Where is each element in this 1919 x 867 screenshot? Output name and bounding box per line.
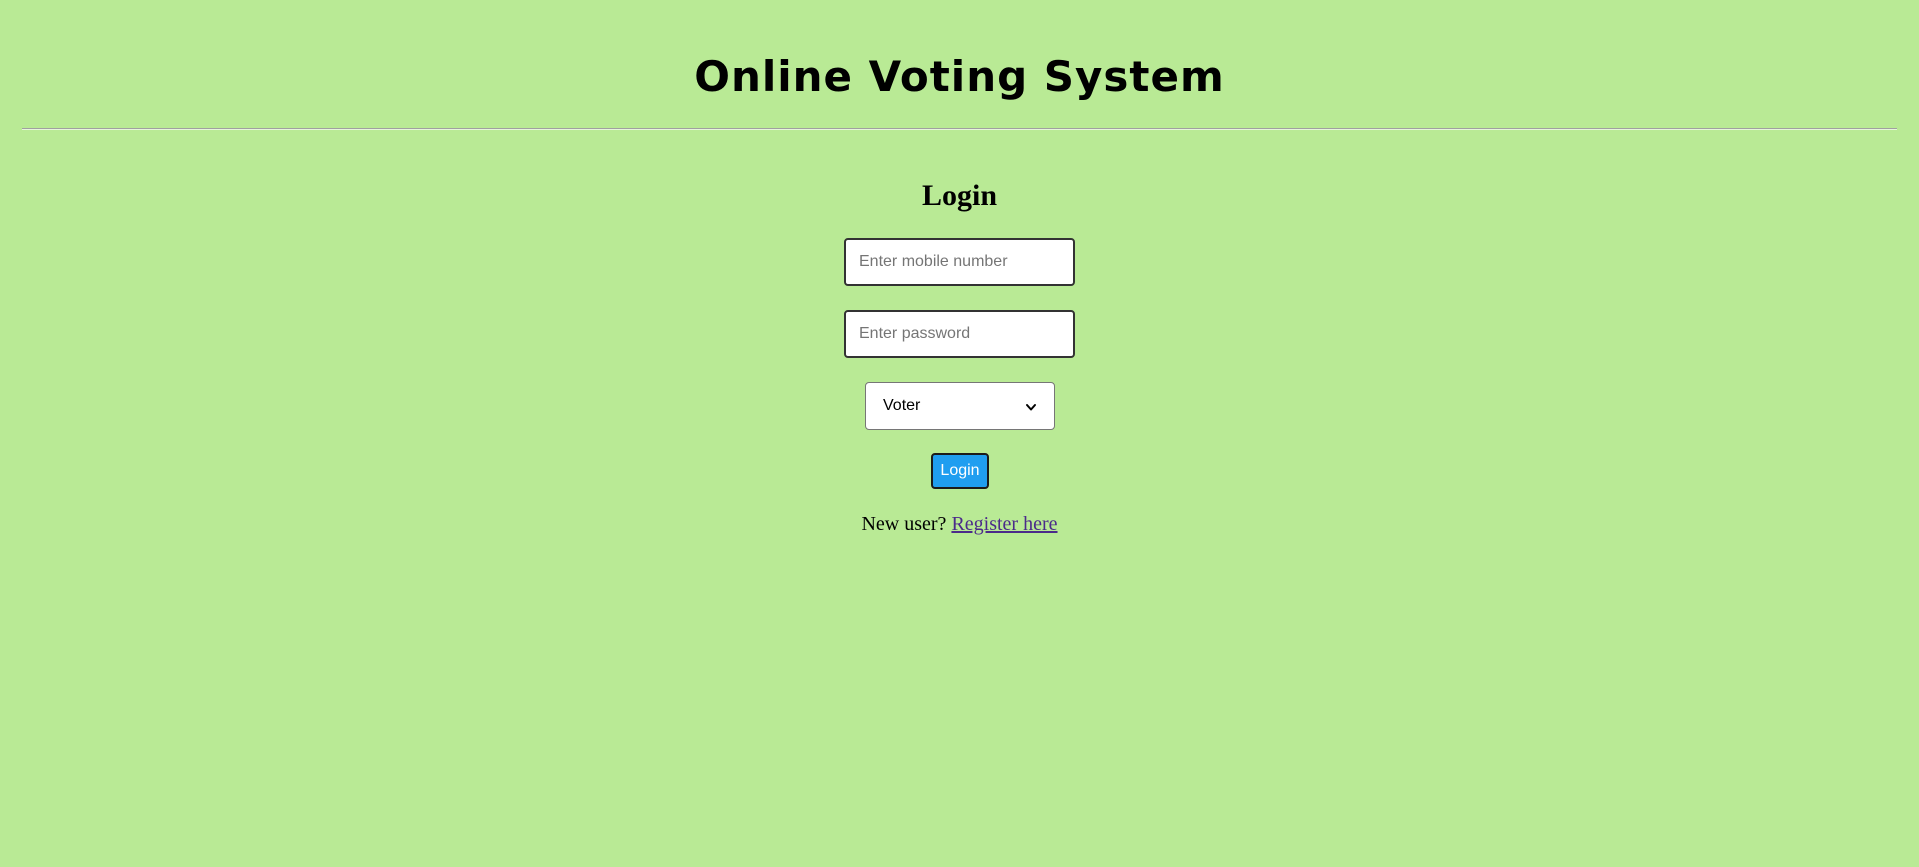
register-prompt: New user? Register here [0,510,1919,538]
password-input[interactable] [844,310,1075,358]
role-select[interactable]: Voter [865,382,1055,430]
login-page: Online Voting System Login Voter Login N… [0,0,1919,867]
header-divider [22,128,1897,130]
login-heading: Login [921,179,998,212]
role-select-value: Voter [883,397,921,414]
new-user-text: New user? [861,513,947,535]
mobile-number-input[interactable] [844,238,1075,286]
login-button[interactable]: Login [931,453,989,489]
chevron-down-icon [1025,400,1037,412]
register-link[interactable]: Register here [951,513,1057,535]
site-title: Online Voting System [694,52,1225,101]
